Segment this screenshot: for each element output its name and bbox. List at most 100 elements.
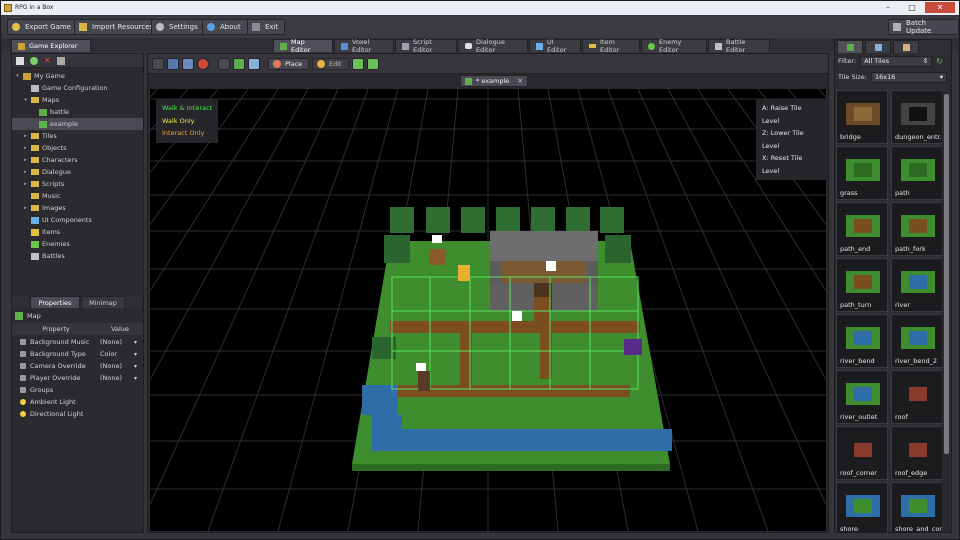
- chevron-down-icon[interactable]: ▾: [134, 351, 137, 358]
- tile-thumbnail[interactable]: bridge: [836, 90, 888, 144]
- expand-arrow-icon[interactable]: ▾: [23, 97, 28, 103]
- property-value[interactable]: (None): [100, 338, 134, 346]
- tile-grid-scrollbar[interactable]: [943, 92, 950, 530]
- tab-enemy-editor[interactable]: Enemy Editor: [641, 38, 707, 54]
- tab-minimap[interactable]: Minimap: [81, 296, 125, 308]
- explorer-item[interactable]: ▸ Characters: [12, 154, 143, 166]
- export-game-button[interactable]: Export Game: [7, 19, 78, 35]
- tab-script-editor[interactable]: Script Editor: [395, 38, 457, 54]
- property-row[interactable]: Player Override (None) ▾: [12, 372, 143, 384]
- explorer-item[interactable]: ▸ Dialogue: [12, 166, 143, 178]
- stop-icon[interactable]: [197, 58, 209, 70]
- grid-icon[interactable]: [218, 58, 230, 70]
- chevron-down-icon[interactable]: ▾: [134, 339, 137, 346]
- explorer-item[interactable]: UI Components: [12, 214, 143, 226]
- tile-thumbnail[interactable]: river_outlet: [836, 370, 888, 424]
- explorer-item[interactable]: ▸ Tiles: [12, 130, 143, 142]
- maximize-icon[interactable]: □: [901, 2, 923, 13]
- fit-view-icon[interactable]: [233, 58, 245, 70]
- exit-button[interactable]: Exit: [247, 19, 286, 35]
- close-tab-icon[interactable]: ✕: [518, 77, 523, 85]
- collapse-icon[interactable]: [56, 56, 65, 65]
- tab-tiles[interactable]: [837, 40, 863, 53]
- explorer-item[interactable]: ▾ My Game: [12, 70, 143, 82]
- delete-icon[interactable]: ✕: [44, 56, 51, 65]
- property-value[interactable]: (None): [100, 362, 134, 370]
- batch-update-button[interactable]: Batch Update: [888, 19, 959, 35]
- tab-objects[interactable]: [865, 40, 891, 53]
- tab-properties[interactable]: Properties: [30, 296, 80, 308]
- map-3d-scene[interactable]: [150, 89, 826, 531]
- tile-thumbnail[interactable]: shore_and_cor...: [891, 482, 942, 532]
- tile-thumbnail[interactable]: dungeon_entr...: [891, 90, 942, 144]
- expand-arrow-icon[interactable]: ▸: [23, 181, 28, 187]
- about-button[interactable]: About: [202, 19, 248, 35]
- tile-thumbnail[interactable]: shore: [836, 482, 888, 532]
- save-icon[interactable]: [167, 58, 179, 70]
- property-value[interactable]: (None): [100, 374, 134, 382]
- tab-characters[interactable]: [893, 40, 919, 53]
- explorer-item[interactable]: example: [12, 118, 143, 130]
- explorer-item[interactable]: Enemies: [12, 238, 143, 250]
- close-icon[interactable]: ✕: [925, 2, 955, 13]
- import-resources-button[interactable]: Import Resources: [74, 19, 161, 35]
- tile-thumbnail[interactable]: river_bend: [836, 314, 888, 368]
- scrollbar-thumb[interactable]: [944, 94, 949, 454]
- tab-dialogue-editor[interactable]: Dialogue Editor: [458, 38, 528, 54]
- map-viewport[interactable]: Walk & Interact Walk Only Interact Only …: [150, 89, 826, 531]
- tab-map-editor[interactable]: Map Editor: [273, 38, 333, 54]
- tile-thumbnail[interactable]: roof: [891, 370, 942, 424]
- explorer-item[interactable]: ▾ Maps: [12, 94, 143, 106]
- property-row[interactable]: Groups: [12, 384, 143, 396]
- tile-thumbnail[interactable]: grass: [836, 146, 888, 200]
- new-map-icon[interactable]: [152, 58, 164, 70]
- explorer-item[interactable]: ▸ Objects: [12, 142, 143, 154]
- refresh-icon[interactable]: [30, 56, 38, 65]
- explorer-item[interactable]: Items: [12, 226, 143, 238]
- expand-arrow-icon[interactable]: ▸: [23, 205, 28, 211]
- chevron-down-icon[interactable]: ▾: [134, 375, 137, 382]
- tile-thumbnail[interactable]: path_fork: [891, 202, 942, 256]
- tab-item-editor[interactable]: Item Editor: [582, 38, 640, 54]
- place-button[interactable]: Place: [268, 58, 310, 70]
- expand-arrow-icon[interactable]: ▸: [23, 145, 28, 151]
- tab-battle-editor[interactable]: Battle Editor: [708, 38, 770, 54]
- explorer-item[interactable]: ▸ Scripts: [12, 178, 143, 190]
- explorer-item[interactable]: Music: [12, 190, 143, 202]
- explorer-item[interactable]: Battles: [12, 250, 143, 262]
- tile-thumbnail[interactable]: path_turn: [836, 258, 888, 312]
- document-tab-example[interactable]: * example ✕: [460, 75, 528, 87]
- property-row[interactable]: Camera Override (None) ▾: [12, 360, 143, 372]
- refresh-icon[interactable]: ↻: [936, 57, 943, 66]
- tile-thumbnail[interactable]: river_bend_2: [891, 314, 942, 368]
- explorer-item[interactable]: battle: [12, 106, 143, 118]
- tile-thumbnail[interactable]: roof_edge: [891, 426, 942, 480]
- expand-arrow-icon[interactable]: ▸: [23, 157, 28, 163]
- rotate-right-icon[interactable]: [367, 58, 379, 70]
- tile-thumbnail[interactable]: path: [891, 146, 942, 200]
- tile-thumbnail[interactable]: river: [891, 258, 942, 312]
- rotate-left-icon[interactable]: [352, 58, 364, 70]
- expand-arrow-icon[interactable]: ▸: [23, 169, 28, 175]
- minimize-icon[interactable]: –: [877, 2, 899, 13]
- expand-arrow-icon[interactable]: ▸: [23, 133, 28, 139]
- edit-button[interactable]: Edit: [312, 58, 349, 70]
- tile-size-select[interactable]: 16x16 ▾: [870, 71, 947, 83]
- explorer-item[interactable]: Game Configuration: [12, 82, 143, 94]
- property-value[interactable]: Color: [100, 350, 134, 358]
- expand-arrow-icon[interactable]: ▾: [15, 73, 20, 79]
- camera-icon[interactable]: [248, 58, 260, 70]
- settings-button[interactable]: Settings: [151, 19, 205, 35]
- tab-game-explorer[interactable]: Game Explorer: [11, 39, 91, 52]
- explorer-item[interactable]: ▸ Images: [12, 202, 143, 214]
- copy-icon[interactable]: [182, 58, 194, 70]
- property-row[interactable]: Ambient Light: [12, 396, 143, 408]
- new-file-icon[interactable]: [16, 56, 24, 65]
- tab-ui-editor[interactable]: UI Editor: [529, 38, 581, 54]
- property-row[interactable]: Background Music (None) ▾: [12, 336, 143, 348]
- property-row[interactable]: Directional Light: [12, 408, 143, 420]
- tab-voxel-editor[interactable]: Voxel Editor: [334, 38, 394, 54]
- tile-thumbnail[interactable]: path_end: [836, 202, 888, 256]
- property-row[interactable]: Background Type Color ▾: [12, 348, 143, 360]
- tile-thumbnail[interactable]: roof_corner: [836, 426, 888, 480]
